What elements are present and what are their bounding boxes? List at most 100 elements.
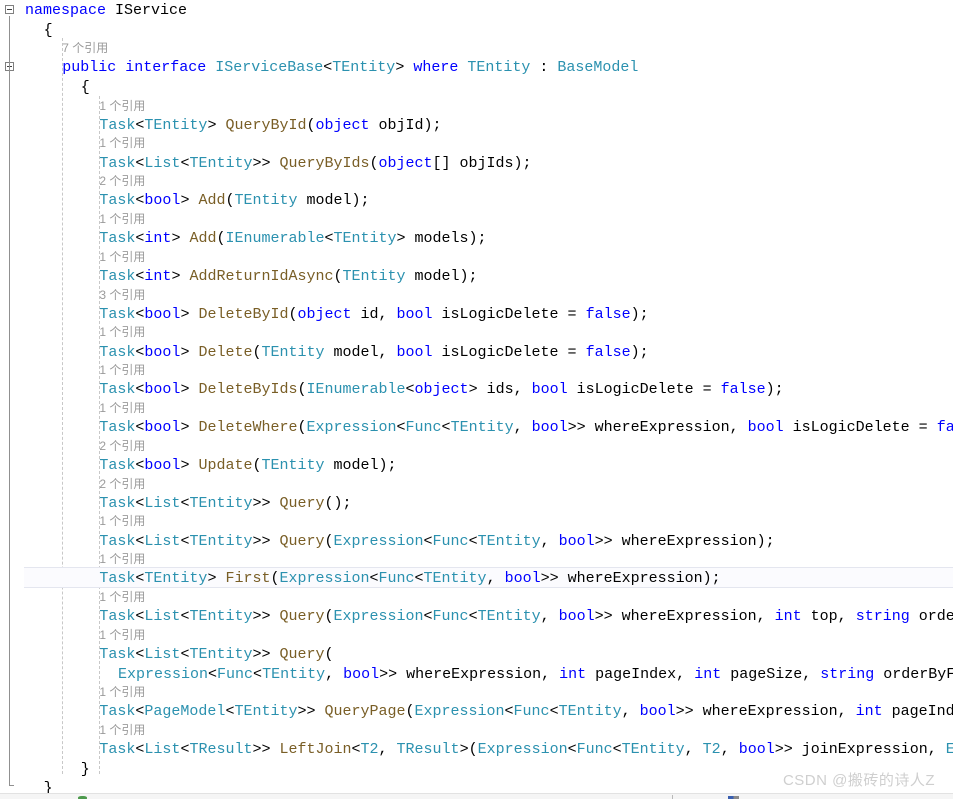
codelens-reference-link[interactable]: 2 个引用 (99, 438, 145, 454)
code-token-pln: ( (369, 154, 379, 172)
codelens-reference-link[interactable]: 2 个引用 (99, 476, 145, 492)
code-line[interactable]: Task<List<TEntity>> Query(Expression<Fun… (99, 607, 953, 626)
code-line[interactable]: Task<bool> Add(TEntity model); (99, 191, 369, 210)
code-token-kw: object (414, 381, 469, 399)
codelens-reference-link[interactable]: 1 个引用 (99, 589, 145, 605)
codelens-reference-link[interactable]: 1 个引用 (99, 627, 145, 643)
code-token-pln: >> (252, 646, 280, 663)
codelens-reference-link[interactable]: 1 个引用 (99, 513, 145, 529)
code-token-pln: < (423, 532, 433, 550)
code-token-kw: interface (125, 59, 207, 77)
code-token-pln: { (43, 21, 53, 39)
code-line[interactable]: Task<TEntity> First(Expression<Func<TEnt… (99, 569, 720, 588)
code-token-kw: false (585, 305, 631, 323)
code-token-typ: Task (99, 646, 136, 663)
code-token-typ: TEntity (423, 570, 487, 588)
codelens-reference-link[interactable]: 1 个引用 (99, 400, 145, 416)
code-token-pln: , (486, 570, 505, 588)
codelens-reference-link[interactable]: 1 个引用 (99, 135, 145, 151)
code-token-kw: where (413, 59, 459, 77)
code-line[interactable]: Task<bool> DeleteWhere(Expression<Func<T… (99, 418, 953, 437)
code-token-pln: >> joinExpression, (774, 741, 946, 759)
code-line[interactable]: Task<List<TEntity>> Query(); (99, 494, 351, 513)
code-line[interactable]: { (44, 21, 53, 40)
code-line[interactable]: { (81, 78, 90, 97)
code-token-pln: ( (324, 532, 334, 550)
code-token-pln: < (351, 741, 361, 759)
code-token-typ: List (144, 154, 181, 172)
code-token-typ: Expression (477, 741, 568, 759)
code-line[interactable]: Task<bool> DeleteById(object id, bool is… (99, 305, 648, 324)
code-token-typ: TEntity (189, 532, 253, 550)
codelens-reference-link[interactable]: 7 个引用 (62, 40, 108, 56)
code-token-kw: bool (504, 570, 541, 588)
code-token-pln: < (612, 741, 622, 759)
code-line[interactable]: Expression<Func<TEntity, bool>> whereExp… (118, 665, 953, 684)
code-line[interactable]: Task<TEntity> QueryById(object objId); (99, 116, 441, 135)
code-token-typ: Task (99, 343, 136, 361)
code-line[interactable]: Task<List<TEntity>> Query(Expression<Fun… (99, 532, 774, 551)
code-token-pln: < (396, 419, 406, 437)
code-token-kw: bool (531, 381, 568, 399)
code-token-pln: < (323, 59, 333, 77)
codelens-reference-link[interactable]: 1 个引用 (99, 551, 145, 567)
codelens-reference-link[interactable]: 3 个引用 (99, 287, 145, 303)
code-line[interactable]: Task<int> Add(IEnumerable<TEntity> model… (99, 229, 486, 248)
code-token-kw: bool (144, 192, 181, 210)
code-token-mth: Query (279, 532, 325, 550)
code-token-pln: top, (801, 608, 856, 626)
code-token-pln: > (180, 343, 199, 361)
code-line[interactable]: Task<int> AddReturnIdAsync(TEntity model… (99, 267, 477, 286)
bottom-status-strip (0, 793, 953, 799)
code-token-pln: , (621, 703, 640, 721)
code-line[interactable]: Task<List<TResult>> LeftJoin<T2, TResult… (99, 740, 953, 759)
code-token-typ: Func (432, 532, 469, 550)
code-line[interactable]: namespace IService (25, 1, 187, 20)
codelens-reference-link[interactable]: 1 个引用 (99, 249, 145, 265)
code-token-pln: orderByFields); (883, 665, 953, 683)
code-token-mth: DeleteById (198, 305, 289, 323)
code-line[interactable]: } (81, 760, 90, 779)
code-token-typ: Expression (306, 419, 397, 437)
code-token-kw: int (774, 608, 802, 626)
code-line[interactable]: public interface IServiceBase<TEntity> w… (62, 58, 638, 77)
code-token-pln: isLogicDelete = (567, 381, 721, 399)
code-token-pln: ( (405, 703, 415, 721)
code-token-kw: bool (396, 343, 433, 361)
code-token-kw: bool (639, 703, 676, 721)
code-token-pln: model, (324, 343, 397, 361)
code-token-typ: Task (99, 532, 136, 550)
code-line[interactable]: Task<PageModel<TEntity>> QueryPage(Expre… (99, 702, 953, 721)
code-token-typ: TEntity (189, 494, 253, 512)
code-token-mth: AddReturnIdAsync (189, 268, 334, 285)
code-token-typ: T2 (360, 741, 379, 759)
code-token-kw: bool (144, 305, 181, 323)
code-token-pln: ); (630, 343, 649, 361)
code-token-kw: public (62, 59, 117, 77)
code-token-pln: >> (297, 703, 325, 721)
code-token-typ: TEntity (234, 192, 298, 210)
code-line[interactable]: Task<bool> Delete(TEntity model, bool is… (99, 343, 648, 362)
code-editor-surface[interactable]: namespace IService{7 个引用 public interface… (0, 0, 953, 799)
codelens-reference-link[interactable]: 2 个引用 (99, 173, 145, 189)
codelens-reference-link[interactable]: 1 个引用 (99, 722, 145, 738)
code-line[interactable]: Task<bool> Update(TEntity model); (99, 456, 396, 475)
codelens-reference-link[interactable]: 1 个引用 (99, 684, 145, 700)
code-token-pln: < (468, 608, 478, 626)
code-token-mth: Add (189, 230, 217, 248)
code-lines-container[interactable]: namespace IService{7 个引用 public interface… (0, 0, 953, 797)
code-line[interactable]: Task<bool> DeleteByIds(IEnumerable<objec… (99, 380, 783, 399)
codelens-reference-link[interactable]: 1 个引用 (99, 362, 145, 378)
code-token-pln: model); (297, 192, 370, 210)
codelens-reference-link[interactable]: 1 个引用 (99, 324, 145, 340)
code-token-typ: Task (99, 268, 136, 285)
code-line[interactable]: Task<List<TEntity>> Query( (99, 645, 333, 664)
code-token-kw: bool (144, 343, 181, 361)
code-token-mth: First (225, 570, 271, 588)
codelens-reference-link[interactable]: 1 个引用 (99, 98, 145, 114)
code-token-typ: Func (513, 703, 550, 721)
code-line[interactable]: Task<List<TEntity>> QueryByIds(object[] … (99, 154, 531, 173)
code-token-typ: TEntity (189, 154, 253, 172)
codelens-reference-link[interactable]: 1 个引用 (99, 211, 145, 227)
code-token-pln: : (530, 59, 558, 77)
